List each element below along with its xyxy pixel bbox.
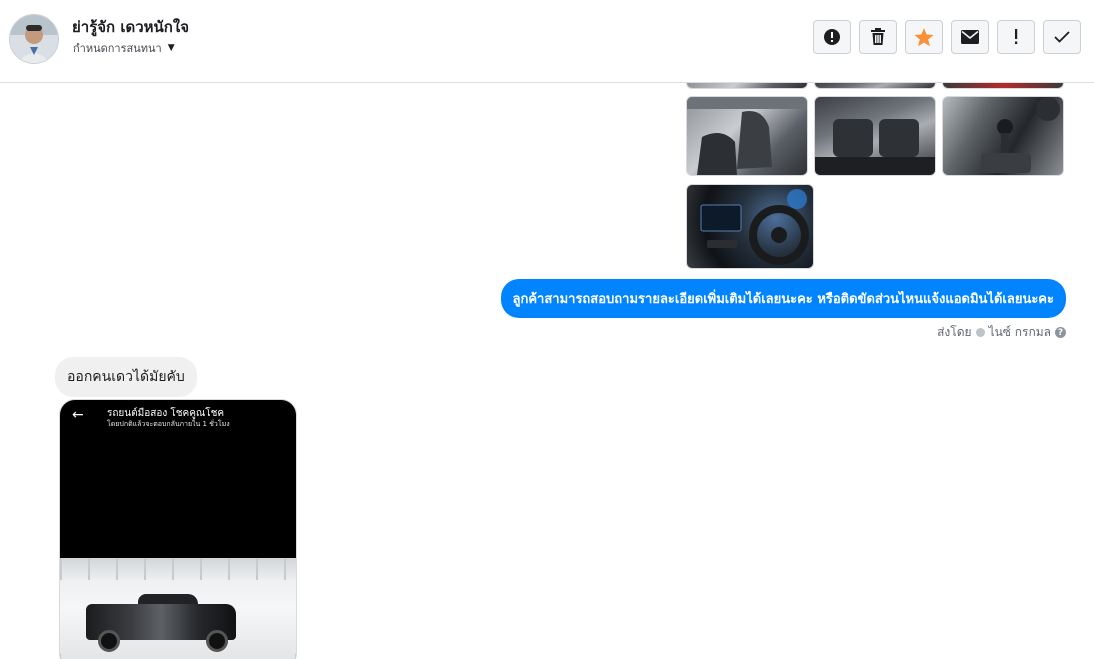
car-photo-thumbnail[interactable] — [942, 83, 1064, 89]
alert-circle-icon — [824, 29, 840, 45]
envelope-icon — [961, 30, 979, 44]
sent-by-info: ส่งโดย ไนซ์ กรกมล ? — [937, 323, 1066, 342]
car-photo-dashboard[interactable] — [686, 184, 814, 269]
seat-image — [687, 97, 807, 175]
incoming-message-bubble[interactable]: ออกคนเดวได้มัยคับ — [55, 357, 197, 397]
mark-unread-button[interactable] — [951, 20, 989, 54]
conversation-header: ย่ารู้จัก เดวหนักใจ กำหนดการสนทนา ▼ — [0, 0, 1094, 83]
delete-button[interactable] — [859, 20, 897, 54]
mark-done-button[interactable] — [1043, 20, 1081, 54]
back-arrow-icon: ← — [72, 407, 84, 423]
assign-label: กำหนดการสนทนา — [73, 42, 162, 55]
conversation-toolbar — [813, 20, 1081, 54]
car-photo-gear-shift[interactable] — [942, 96, 1064, 176]
check-icon — [1054, 31, 1070, 43]
sent-check-icon — [975, 328, 985, 337]
contact-name[interactable]: ย่ารู้จัก เดวหนักใจ — [72, 15, 189, 39]
sent-by-prefix: ส่งโดย — [937, 325, 972, 339]
sender-name[interactable]: ไนซ์ กรกมล — [989, 323, 1051, 342]
trash-icon — [871, 28, 885, 45]
follow-up-button[interactable] — [997, 20, 1035, 54]
screenshot-subtitle: โดยปกติแล้วจะตอบกลับภายใน 1 ชั่วโมง — [107, 420, 230, 428]
dashboard-image — [700, 189, 809, 265]
star-icon — [914, 27, 934, 46]
truck-wheel — [98, 630, 120, 652]
avatar-photo — [10, 15, 58, 63]
seat-image — [815, 119, 935, 175]
car-photo-front-seat[interactable] — [686, 96, 808, 176]
incoming-image-attachment[interactable]: ← รถยนต์มือสอง โชคคูณโชค โดยปกติแล้วจะตอ… — [59, 399, 297, 659]
car-photo-thumbnail[interactable] — [686, 83, 808, 89]
exclamation-icon — [1015, 29, 1018, 44]
truck-wheel — [206, 630, 228, 652]
showroom-ceiling — [60, 558, 296, 580]
help-icon[interactable]: ? — [1055, 327, 1066, 338]
avatar[interactable] — [9, 14, 59, 64]
truck-photo — [60, 558, 296, 659]
star-button[interactable] — [905, 20, 943, 54]
caret-down-icon: ▼ — [167, 43, 175, 53]
gear-image — [981, 97, 1060, 173]
spam-button[interactable] — [813, 20, 851, 54]
car-photo-thumbnail[interactable] — [814, 83, 936, 89]
assign-conversation-dropdown[interactable]: กำหนดการสนทนา ▼ — [73, 39, 175, 57]
car-photo-rear-seat[interactable] — [814, 96, 936, 176]
outgoing-message-bubble[interactable]: ลูกค้าสามารถสอบถามรายละเอียดเพิ่มเติมได้… — [500, 279, 1066, 318]
message-thread[interactable]: ลูกค้าสามารถสอบถามรายละเอียดเพิ่มเติมได้… — [0, 83, 1094, 659]
